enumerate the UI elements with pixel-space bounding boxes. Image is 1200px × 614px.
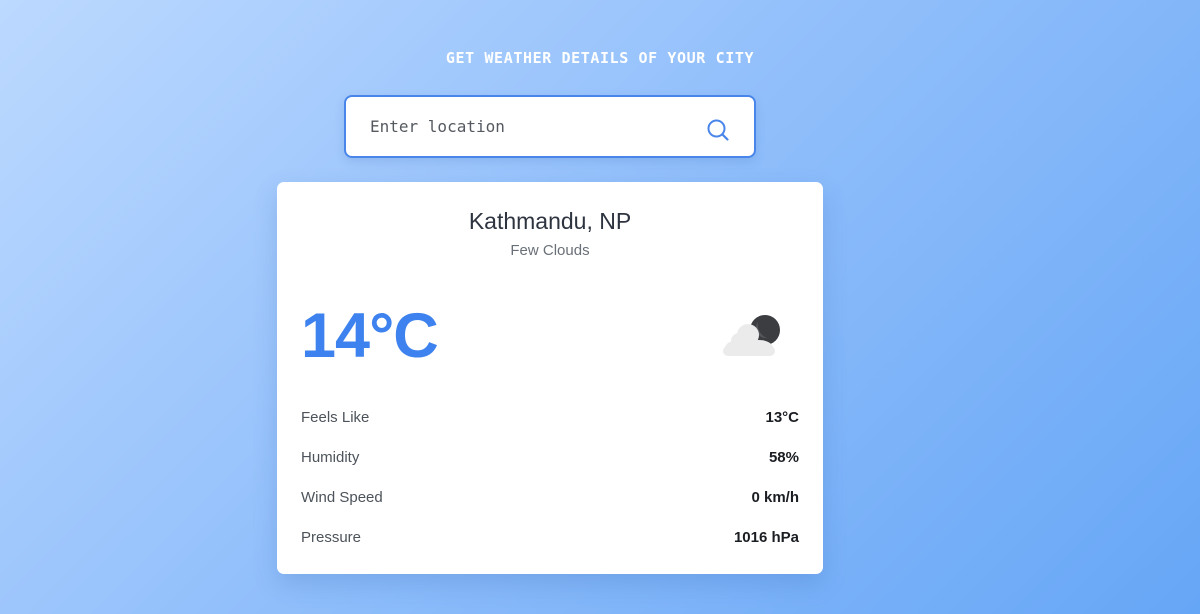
few-clouds-night-icon [717, 308, 787, 362]
detail-row-feels-like: Feels Like 13°C [301, 409, 799, 431]
detail-value: 0 km/h [751, 489, 799, 506]
detail-value: 58% [768, 449, 799, 466]
detail-row-wind-speed: Wind Speed 0 km/h [301, 489, 799, 511]
detail-label: Feels Like [301, 409, 370, 426]
detail-value: 1016 hPa [733, 529, 799, 546]
search-input[interactable] [370, 97, 690, 156]
detail-row-pressure: Pressure 1016 hPa [301, 529, 799, 551]
page-title: GET WEATHER DETAILS OF YOUR CITY [445, 49, 755, 67]
location-name: Kathmandu, NP [468, 208, 632, 234]
temperature-value: 14°C [301, 301, 439, 371]
detail-label: Humidity [301, 449, 360, 466]
weather-description: Few Clouds [510, 242, 590, 259]
search-bar [344, 95, 756, 158]
detail-label: Wind Speed [301, 489, 383, 506]
weather-card: Kathmandu, NP Few Clouds 14°C Feels Like… [277, 182, 823, 574]
search-icon[interactable] [706, 118, 730, 142]
detail-value: 13°C [765, 409, 799, 426]
detail-label: Pressure [301, 529, 362, 546]
detail-row-humidity: Humidity 58% [301, 449, 799, 471]
